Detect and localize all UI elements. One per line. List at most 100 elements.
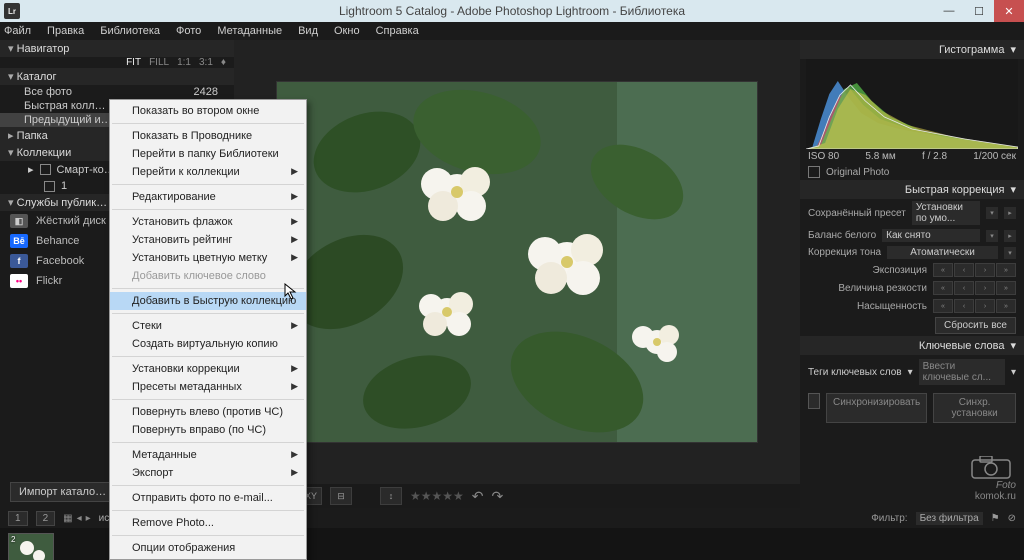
histogram-chart[interactable]: [806, 59, 1018, 149]
ctx-item[interactable]: Повернуть вправо (по ЧС): [110, 421, 306, 439]
step-plus2[interactable]: »: [996, 299, 1016, 313]
wb-select[interactable]: Как снято: [882, 229, 980, 242]
expand-icon[interactable]: ▸: [1004, 230, 1016, 242]
ctx-item[interactable]: Показать в Проводнике: [110, 127, 306, 145]
original-photo-checkbox[interactable]: Original Photo: [800, 164, 1024, 180]
ctx-item[interactable]: Повернуть влево (против ЧС): [110, 403, 306, 421]
keywords-header[interactable]: Ключевые слова▾: [800, 336, 1024, 355]
zoom-3to1[interactable]: 3:1: [199, 57, 213, 68]
loupe-toolbar: ⊞ ▣ XY ⊟ ↕ ★★★★★ ↶ ↷: [234, 484, 800, 508]
zoom-more-icon[interactable]: ♦: [221, 57, 226, 68]
expand-icon[interactable]: ▸: [1004, 207, 1016, 219]
expand-icon[interactable]: ▾: [1004, 247, 1016, 259]
ctx-item[interactable]: Отправить фото по e-mail...: [110, 489, 306, 507]
menu-view[interactable]: Вид: [298, 25, 318, 37]
sort-button[interactable]: ↕: [380, 487, 402, 505]
step-minus2[interactable]: «: [933, 299, 953, 313]
close-button[interactable]: ✕: [994, 0, 1024, 22]
sync-settings-button[interactable]: Синхр. установки: [933, 393, 1016, 423]
ctx-item[interactable]: Опции отображения: [110, 539, 306, 557]
rating-stars[interactable]: ★★★★★: [410, 489, 464, 503]
ctx-item[interactable]: Установки коррекции▶: [110, 360, 306, 378]
ctx-item[interactable]: Пресеты метаданных▶: [110, 378, 306, 396]
zoom-1to1[interactable]: 1:1: [177, 57, 191, 68]
ctx-item[interactable]: Стеки▶: [110, 317, 306, 335]
filter-select[interactable]: Без фильтра: [916, 512, 983, 525]
ctx-item: Добавить ключевое слово: [110, 267, 306, 285]
maximize-button[interactable]: ☐: [964, 0, 994, 22]
chevron-left-icon[interactable]: ◂: [77, 513, 82, 524]
zoom-fit[interactable]: FIT: [126, 57, 141, 68]
minimize-button[interactable]: —: [934, 0, 964, 22]
sync-toggle[interactable]: [808, 393, 820, 409]
dropdown-icon[interactable]: ▾: [1011, 367, 1016, 378]
step-plus1[interactable]: ›: [975, 281, 995, 295]
menubar: Файл Правка Библиотека Фото Метаданные В…: [0, 22, 1024, 40]
zoom-fill[interactable]: FILL: [149, 57, 169, 68]
ctx-item[interactable]: Редактирование▶: [110, 188, 306, 206]
saved-preset-select[interactable]: Установки по умо...: [912, 201, 980, 225]
flag-icon[interactable]: ⚑: [991, 513, 1000, 524]
kw-tags-input[interactable]: Ввести ключевые сл...: [919, 359, 1005, 385]
ctx-item[interactable]: Показать во втором окне: [110, 102, 306, 120]
photo-viewport[interactable]: [234, 40, 800, 484]
ctx-item[interactable]: Экспорт▶: [110, 464, 306, 482]
dropdown-icon[interactable]: ▾: [908, 367, 913, 378]
ctx-item[interactable]: Установить рейтинг▶: [110, 231, 306, 249]
grid-icon[interactable]: ▦: [63, 513, 72, 524]
zoom-presets: FIT FILL 1:1 3:1 ♦: [0, 57, 234, 68]
behance-icon: Bē: [10, 234, 28, 248]
center-panel: ⊞ ▣ XY ⊟ ↕ ★★★★★ ↶ ↷: [234, 40, 800, 508]
screen-2-button[interactable]: 2: [36, 511, 56, 526]
step-plus2[interactable]: »: [996, 263, 1016, 277]
catalog-all-photos[interactable]: Все фото2428: [0, 85, 234, 99]
ctx-item[interactable]: Установить флажок▶: [110, 213, 306, 231]
step-plus1[interactable]: ›: [975, 299, 995, 313]
menu-library[interactable]: Библиотека: [100, 25, 160, 37]
dropdown-icon[interactable]: ▾: [986, 230, 998, 242]
right-panel: Гистограмма▾ ISO 80 5.8 мм f / 2.8 1/200…: [800, 40, 1024, 508]
step-minus1[interactable]: ‹: [954, 281, 974, 295]
menu-help[interactable]: Справка: [376, 25, 419, 37]
filter-lock-icon[interactable]: ⊘: [1008, 513, 1016, 524]
reset-all-button[interactable]: Сбросить все: [935, 317, 1016, 334]
harddisk-icon: ◧: [10, 214, 28, 228]
ctx-item[interactable]: Remove Photo...: [110, 514, 306, 532]
step-minus2[interactable]: «: [933, 263, 953, 277]
step-plus2[interactable]: »: [996, 281, 1016, 295]
filmstrip-thumb[interactable]: 2: [8, 533, 54, 560]
menu-window[interactable]: Окно: [334, 25, 360, 37]
menu-file[interactable]: Файл: [4, 25, 31, 37]
clarity-label: Величина резкости: [838, 283, 927, 294]
step-minus2[interactable]: «: [933, 281, 953, 295]
collection-icon: [44, 181, 55, 192]
menu-metadata[interactable]: Метаданные: [217, 25, 282, 37]
clarity-stepper: «‹›»: [933, 281, 1016, 295]
ctx-item[interactable]: Создать виртуальную копию: [110, 335, 306, 353]
tone-auto-button[interactable]: Атоматически: [887, 246, 998, 259]
menu-photo[interactable]: Фото: [176, 25, 201, 37]
checkbox-icon: [808, 166, 820, 178]
dropdown-icon[interactable]: ▾: [986, 207, 998, 219]
ctx-item[interactable]: Добавить в Быструю коллекцию: [110, 292, 306, 310]
step-plus1[interactable]: ›: [975, 263, 995, 277]
catalog-header[interactable]: ▾ Каталог: [0, 68, 234, 85]
quickdev-header[interactable]: Быстрая коррекция▾: [800, 180, 1024, 199]
ctx-item[interactable]: Метаданные▶: [110, 446, 306, 464]
survey-view-button[interactable]: ⊟: [330, 487, 352, 505]
redo-icon[interactable]: ↷: [492, 488, 504, 505]
step-minus1[interactable]: ‹: [954, 299, 974, 313]
meta-iso: ISO 80: [808, 151, 839, 162]
step-minus1[interactable]: ‹: [954, 263, 974, 277]
histogram-header[interactable]: Гистограмма▾: [800, 40, 1024, 59]
menu-edit[interactable]: Правка: [47, 25, 84, 37]
import-catalog-button[interactable]: Импорт катало…: [10, 482, 115, 502]
undo-icon[interactable]: ↶: [472, 488, 484, 505]
ctx-item[interactable]: Перейти к коллекции▶: [110, 163, 306, 181]
ctx-item[interactable]: Установить цветную метку▶: [110, 249, 306, 267]
ctx-item[interactable]: Перейти в папку Библиотеки: [110, 145, 306, 163]
sync-button[interactable]: Синхронизировать: [826, 393, 927, 423]
navigator-header[interactable]: ▾ Навигатор: [0, 40, 234, 57]
chevron-right-icon[interactable]: ▸: [86, 513, 91, 524]
screen-1-button[interactable]: 1: [8, 511, 28, 526]
